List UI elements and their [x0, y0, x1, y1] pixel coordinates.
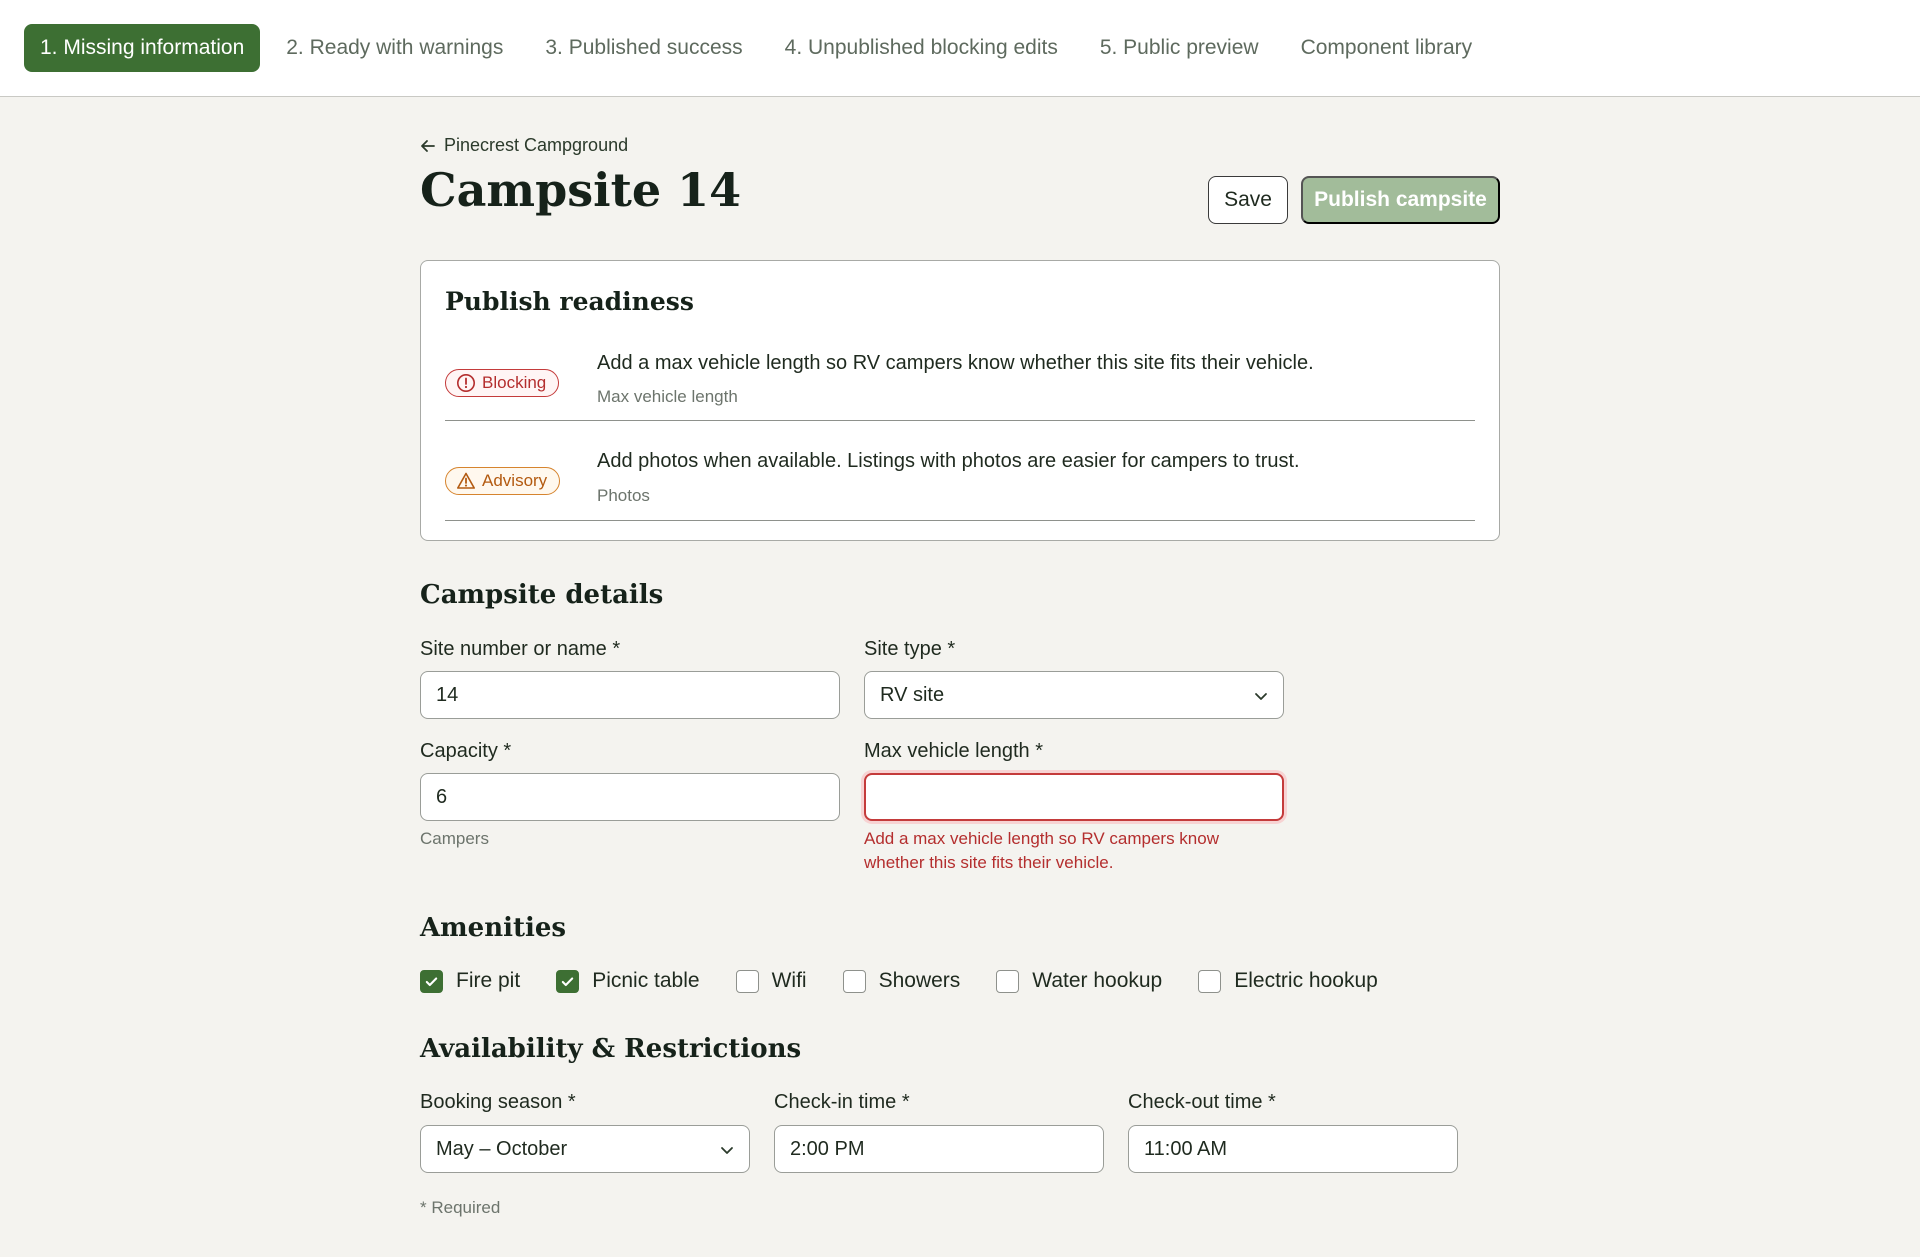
- check-icon: [425, 976, 438, 986]
- amenity-checkbox[interactable]: Water hookup: [996, 969, 1162, 993]
- checkbox[interactable]: [996, 969, 1020, 993]
- capacity-input[interactable]: 6: [420, 773, 840, 821]
- booking-season-label: Booking season *: [420, 1091, 576, 1113]
- check-icon: [561, 976, 574, 986]
- checkbox[interactable]: [420, 969, 443, 993]
- readiness-field-link[interactable]: Max vehicle length: [597, 387, 738, 407]
- check-out-value: 11:00 AM: [1144, 1137, 1228, 1160]
- site-number-value: 14: [436, 683, 459, 706]
- chevron-down-icon: [721, 1147, 733, 1154]
- tab-published-success[interactable]: 3. Published success: [529, 24, 758, 72]
- publish-readiness-heading: Publish readiness: [445, 287, 694, 316]
- max-vehicle-length-error: Add a max vehicle length so RV campers k…: [864, 829, 1219, 872]
- readiness-field-link[interactable]: Photos: [597, 486, 650, 506]
- site-type-label: Site type *: [864, 638, 956, 660]
- booking-season-select[interactable]: May – October: [420, 1125, 750, 1173]
- amenity-checkbox[interactable]: Picnic table: [556, 969, 700, 993]
- site-type-select[interactable]: RV site: [864, 671, 1284, 719]
- blocking-badge-label: Blocking: [482, 373, 547, 392]
- site-type-value: RV site: [880, 683, 945, 706]
- publish-readiness-panel: Publish readiness Blocking Add a max veh…: [420, 260, 1500, 541]
- amenity-label: Picnic table: [592, 969, 700, 992]
- warning-triangle-icon: [457, 472, 475, 489]
- checkbox[interactable]: [556, 969, 580, 993]
- availability-heading: Availability & Restrictions: [420, 1034, 802, 1064]
- amenity-checkbox[interactable]: Fire pit: [420, 969, 520, 993]
- readiness-message: Add a max vehicle length so RV campers k…: [597, 352, 1314, 374]
- amenity-label: Electric hookup: [1234, 969, 1378, 992]
- amenity-label: Fire pit: [456, 969, 521, 992]
- readiness-item-advisory: Advisory Add photos when available. List…: [445, 421, 1475, 521]
- site-number-label: Site number or name *: [420, 638, 621, 660]
- capacity-label: Capacity *: [420, 740, 512, 762]
- amenities-heading: Amenities: [420, 913, 567, 943]
- publish-campsite-button[interactable]: Publish campsite: [1301, 176, 1500, 224]
- amenity-checkbox[interactable]: Electric hookup: [1198, 969, 1378, 993]
- check-in-input[interactable]: 2:00 PM: [774, 1125, 1104, 1173]
- tab-component-library[interactable]: Component library: [1285, 24, 1489, 72]
- arrow-left-icon: [421, 139, 435, 152]
- check-in-value: 2:00 PM: [790, 1137, 865, 1160]
- checkbox[interactable]: [842, 969, 866, 993]
- chevron-down-icon: [1255, 693, 1267, 700]
- check-out-label: Check-out time *: [1128, 1091, 1276, 1113]
- amenity-label: Wifi: [771, 969, 807, 992]
- readiness-message: Add photos when available. Listings with…: [597, 450, 1300, 472]
- tab-ready-with-warnings[interactable]: 2. Ready with warnings: [270, 24, 519, 72]
- blocking-badge: Blocking: [445, 369, 560, 397]
- back-link[interactable]: Pinecrest Campground: [420, 135, 628, 156]
- checkbox[interactable]: [1198, 969, 1222, 993]
- required-note: * Required: [420, 1198, 501, 1217]
- check-in-label: Check-in time *: [774, 1091, 910, 1113]
- booking-season-value: May – October: [436, 1137, 568, 1160]
- tab-missing-information[interactable]: 1. Missing information: [24, 24, 261, 72]
- capacity-hint: Campers: [420, 829, 489, 848]
- advisory-badge-label: Advisory: [482, 471, 548, 490]
- check-out-input[interactable]: 11:00 AM: [1128, 1125, 1458, 1173]
- max-vehicle-length-label: Max vehicle length *: [864, 740, 1043, 762]
- campsite-details-heading: Campsite details: [420, 580, 664, 610]
- top-nav: 1. Missing information 2. Ready with war…: [0, 0, 1920, 97]
- tab-public-preview[interactable]: 5. Public preview: [1084, 24, 1275, 72]
- tab-unpublished-blocking-edits[interactable]: 4. Unpublished blocking edits: [769, 24, 1074, 72]
- readiness-item-blocking: Blocking Add a max vehicle length so RV …: [445, 341, 1475, 421]
- checkbox[interactable]: [735, 969, 759, 993]
- site-number-input[interactable]: 14: [420, 671, 840, 719]
- save-button[interactable]: Save: [1208, 176, 1288, 224]
- amenity-label: Showers: [878, 969, 961, 992]
- max-vehicle-length-input[interactable]: [864, 773, 1284, 821]
- amenity-checkbox[interactable]: Wifi: [735, 969, 807, 993]
- advisory-badge: Advisory: [445, 467, 561, 495]
- amenity-label: Water hookup: [1032, 969, 1163, 992]
- back-link-label: Pinecrest Campground: [444, 135, 629, 155]
- amenities-list: Fire pit Picnic table Wifi Showers Water hoo…: [420, 969, 1414, 993]
- alert-circle-icon: [457, 374, 475, 392]
- amenity-checkbox[interactable]: Showers: [842, 969, 961, 993]
- capacity-value: 6: [436, 785, 448, 808]
- page-title: Campsite 14: [420, 163, 742, 217]
